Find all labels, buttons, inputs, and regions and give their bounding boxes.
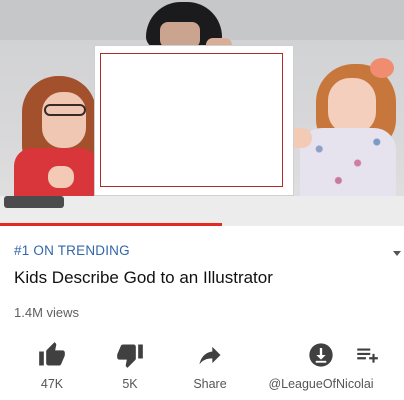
download-icon [304, 340, 338, 370]
left-child-face [42, 92, 86, 148]
thumbs-down-icon [113, 340, 147, 370]
share-label: Share [193, 377, 227, 391]
left-child-glasses [44, 104, 86, 116]
expand-description-icon[interactable] [393, 251, 401, 256]
dislike-count: 5K [122, 377, 138, 391]
right-child-hair-bow [370, 58, 394, 78]
thumbs-up-icon [35, 340, 69, 370]
video-player[interactable] [0, 0, 404, 226]
view-count: 1.4M views [14, 305, 80, 320]
add-to-playlist-icon [350, 340, 384, 370]
table-item [4, 196, 64, 208]
share-icon [193, 340, 227, 370]
save-to-playlist-button[interactable] [344, 340, 390, 396]
video-title: Kids Describe God to an Illustrator [14, 268, 273, 287]
drawing-board-frame [100, 53, 283, 187]
dislike-button[interactable]: 5K [110, 340, 150, 396]
share-button[interactable]: Share [184, 340, 236, 396]
left-child-hand [48, 166, 74, 188]
trending-badge[interactable]: #1 ON TRENDING [14, 243, 130, 258]
action-bar: 47K 5K Share @LeagueOfNicolai [0, 340, 404, 400]
right-child-shirt [300, 128, 396, 198]
like-button[interactable]: 47K [32, 340, 72, 396]
video-progress-bar[interactable] [0, 223, 223, 226]
like-count: 47K [40, 377, 64, 391]
right-child-face [328, 78, 376, 134]
